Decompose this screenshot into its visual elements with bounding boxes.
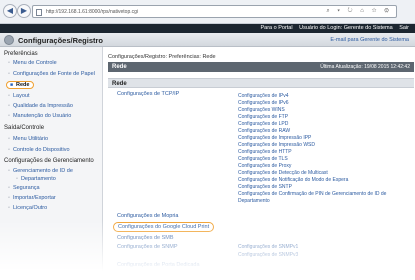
logout-link[interactable]: Sair [399,25,409,31]
url-text: http://192.168.1.61:8000/rps/nativetop.c… [46,9,139,15]
list-item: Configurações de RAW [238,128,291,134]
settings-home-icon[interactable] [4,35,14,45]
list-item: Configurações de HTTP [238,149,292,155]
list-item: Configurações de SNTP [238,184,292,190]
main-content: Configurações/Registro: Preferências: Re… [104,47,415,280]
browser-toolbar: ◀ ▶ http://192.168.1.61:8000/rps/nativet… [0,0,415,24]
tcpip-settings-link[interactable]: Configurações de TCP/IP [117,91,179,97]
list-item: Departamento [238,198,270,204]
page-title: Rede [112,64,127,70]
sidebar-item-network[interactable]: Rede [6,81,35,89]
section-title: Rede [112,81,127,87]
login-user-text: Usuário do Login: Gerente do Sistema [299,25,393,31]
list-item: Configurações de SNMPv1 [238,244,299,250]
sidebar-item-import-export[interactable]: Importar/Exportar [8,195,56,201]
list-item: Configurações de Notificação do Modo de … [238,177,349,183]
list-item: Configurações de SNMPv3 [238,252,299,258]
forward-arrow-icon[interactable]: ▶ [17,4,31,18]
sidebar: Preferências Menu de Controle Configuraç… [0,47,103,280]
sidebar-item-control-menu[interactable]: Menu de Controle [8,60,57,66]
page-header: Configurações/Registro E-mail para Geren… [0,33,415,47]
list-item: Configurações de IPv6 [238,100,289,106]
breadcrumb: Configurações/Registro: Preferências: Re… [108,54,216,60]
sidebar-item-license-other[interactable]: Licença/Outro [8,205,47,211]
page-title-bar: Rede Última Atualização: 19/08 2015 12:4… [108,62,414,72]
sidebar-item-department-id-cont[interactable]: Departamento [16,176,56,182]
sidebar-item-utility-menu[interactable]: Menu Utilitário [8,136,48,142]
browser-tools-icons[interactable]: ⌕ ▾ ↻ ⌂ ☆ ⚙ [326,8,392,15]
mopria-settings-link[interactable]: Configurações de Mopria [117,213,178,219]
sidebar-item-device-control[interactable]: Controle do Dispositivo [8,147,70,153]
section-header: Rede [108,78,414,88]
app-title: Configurações/Registro [18,36,104,45]
address-bar[interactable]: http://192.168.1.61:8000/rps/nativetop.c… [32,5,397,18]
list-item: Configurações de Impressão WSD [238,142,315,148]
list-item: Configurações de TLS [238,156,288,162]
list-item: Configurações WINS [238,107,285,113]
list-item: Configurações de Impressão IPP [238,135,312,141]
sidebar-item-security[interactable]: Segurança [8,185,40,191]
sidebar-item-layout[interactable]: Layout [8,93,30,99]
back-arrow-icon[interactable]: ◀ [3,4,17,18]
sidebar-item-paper-source[interactable]: Configurações de Fonte de Papel [8,71,95,77]
sidebar-item-department-id[interactable]: Gerenciamento de ID de [8,168,73,174]
list-item: Configurações de Proxy [238,163,292,169]
sidebar-section-output: Saída/Controle [4,125,45,131]
list-item: Configurações de Confirmação de PIN de G… [238,191,387,197]
dedicated-port-settings-link[interactable]: Configurações de Porta Dedicada [117,262,200,268]
snmp-settings-link[interactable]: Configurações de SNMP [117,244,178,250]
list-item: Configurações de IPv4 [238,93,289,99]
sidebar-item-print-quality[interactable]: Qualidade da Impressão [8,103,73,109]
sidebar-item-user-maintenance[interactable]: Manutenção do Usuário [8,113,71,119]
list-item: Configurações de Detecção de Multicast [238,170,328,176]
sidebar-section-management: Configurações de Gerenciamento [4,158,94,164]
google-cloud-print-settings-link[interactable]: Configurações do Google Cloud Print [113,222,215,232]
page-icon [36,9,42,16]
portal-link[interactable]: Para o Portal [260,25,292,31]
list-item: Configurações de FTP [238,114,289,120]
list-item: Configurações de LPD [238,121,289,127]
smb-settings-link[interactable]: Configurações de SMB [117,235,174,241]
last-update-text: Última Atualização: 19/08 2015 12:42:42 [320,64,410,70]
sidebar-section-preferences: Preferências [4,51,38,57]
top-bar: Para o Portal Usuário do Login: Gerente … [0,24,415,33]
mail-admin-link[interactable]: E-mail para Gerente do Sistema [330,37,409,43]
